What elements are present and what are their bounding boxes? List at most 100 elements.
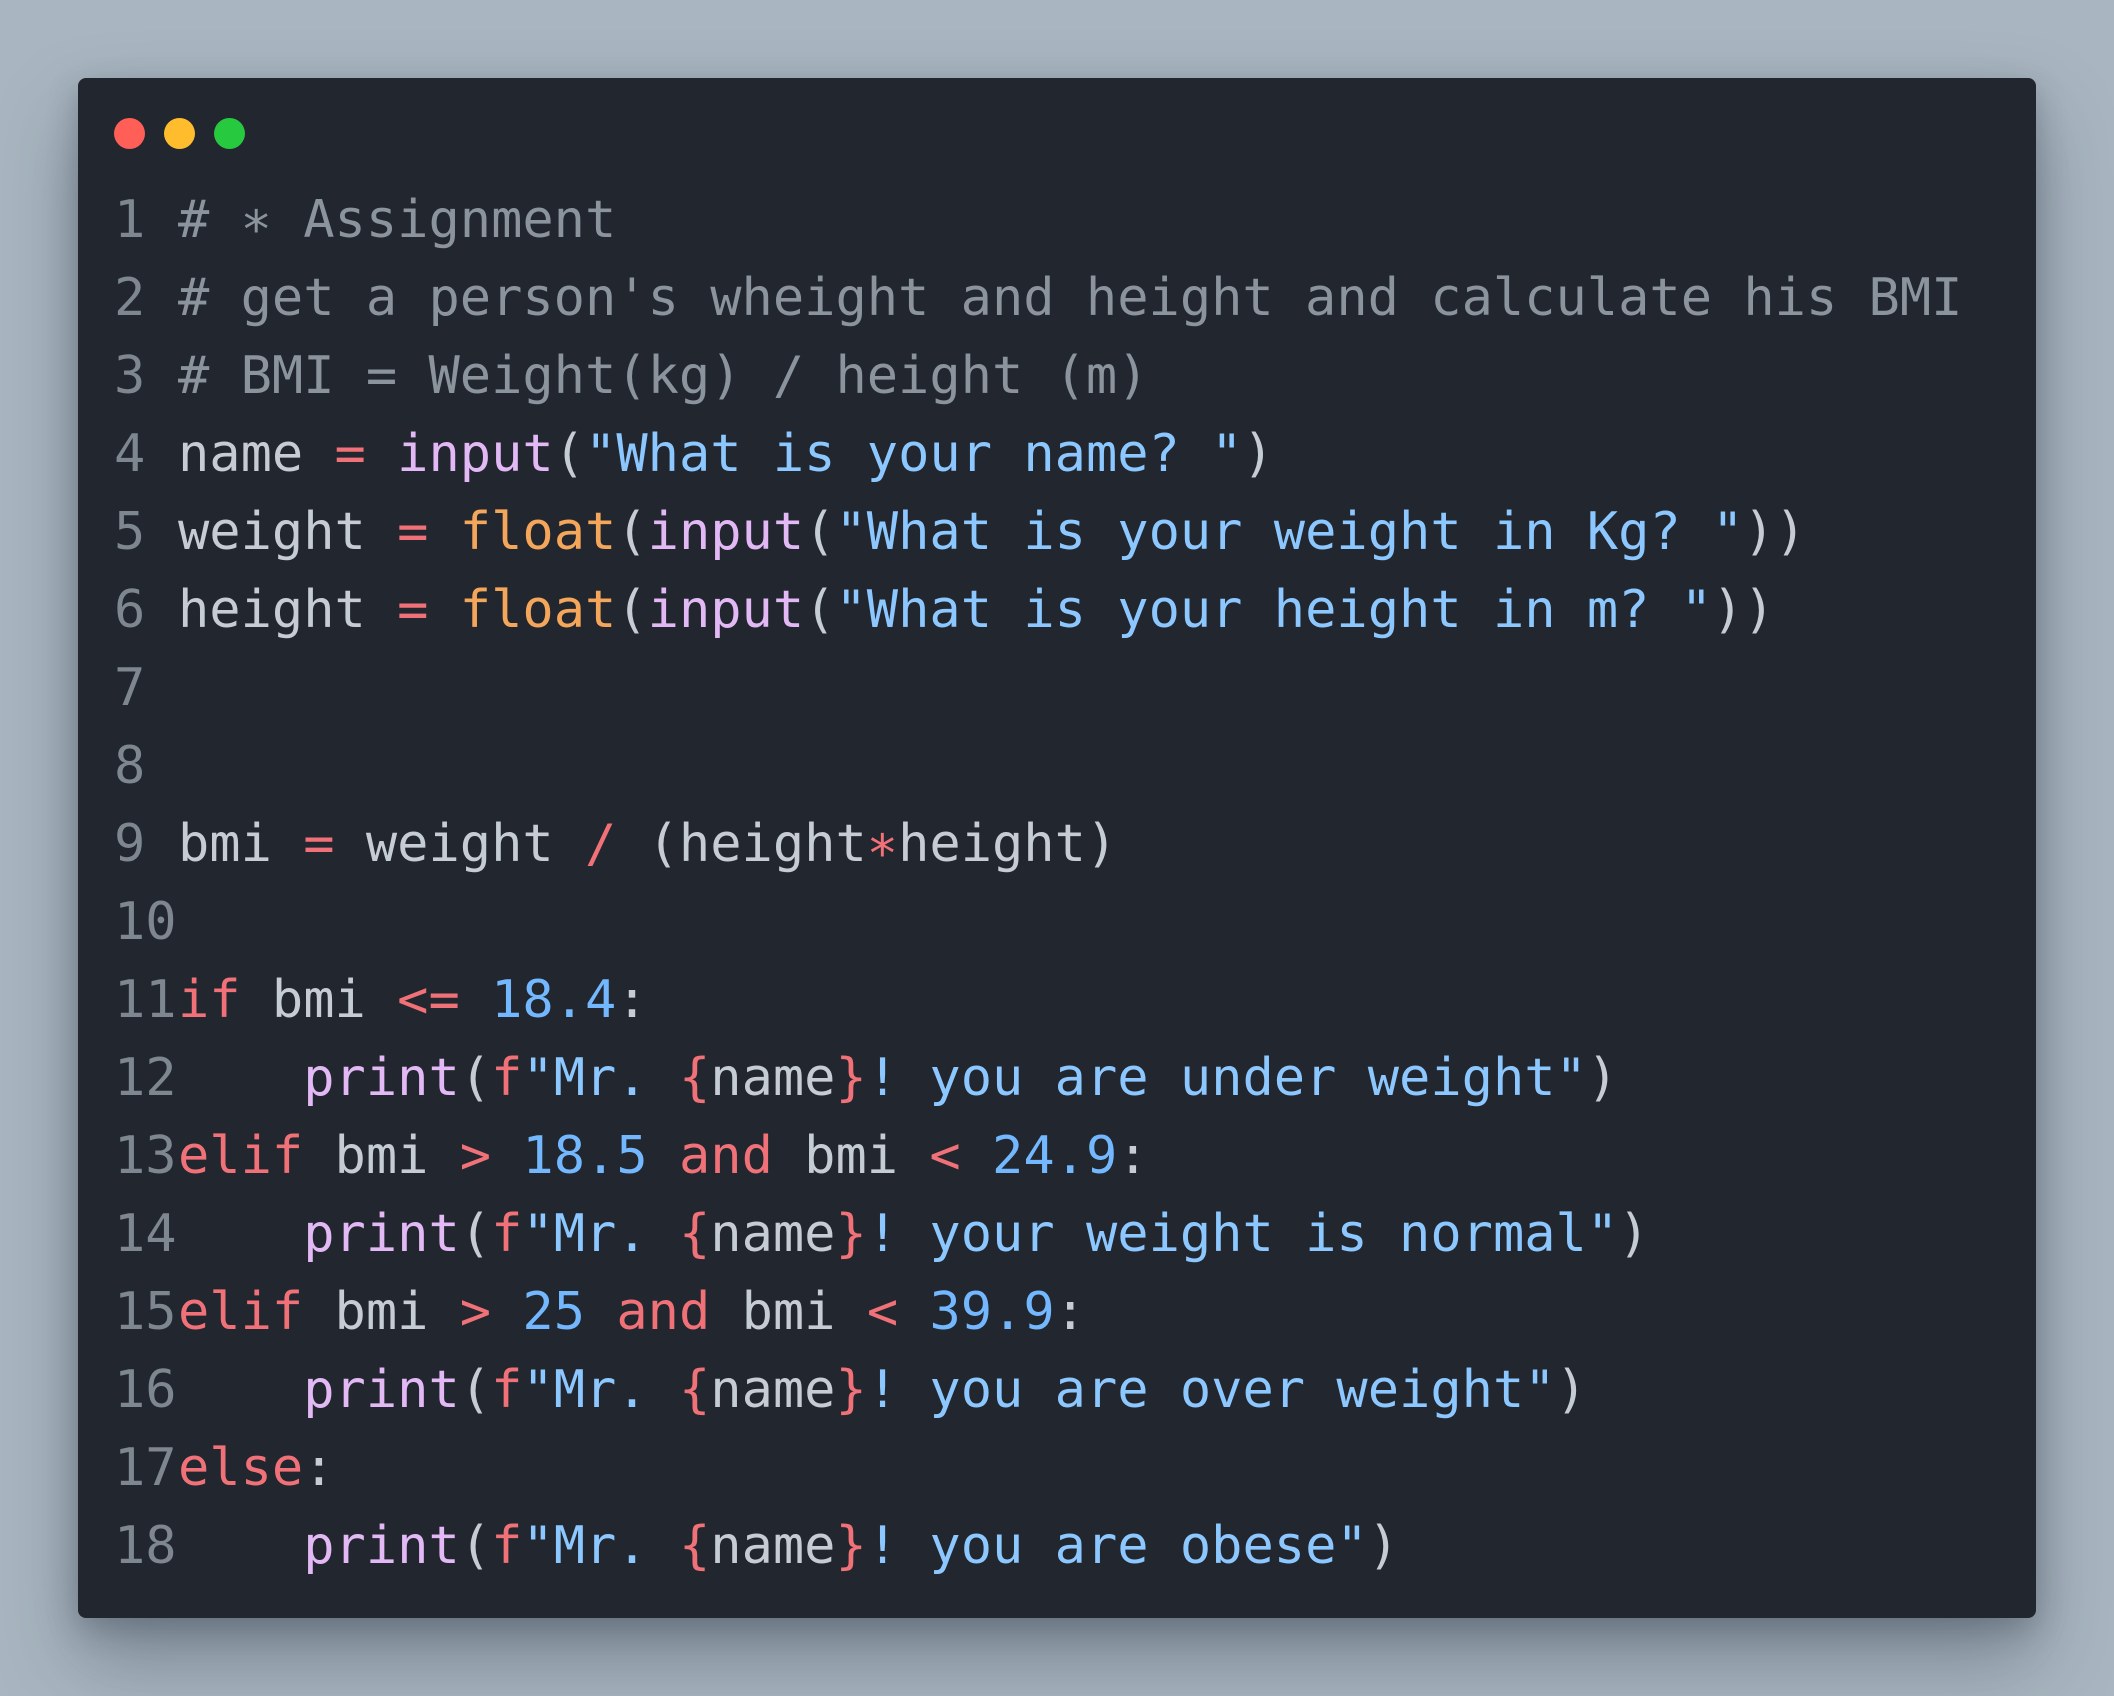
code-token-punct: )) xyxy=(1712,580,1775,640)
code-token-punct: ) xyxy=(1618,1204,1650,1264)
code-line: 6 height = float(input("What is your heig… xyxy=(114,571,2014,649)
code-token-punct: ) xyxy=(1367,1516,1400,1576)
code-token-punct: ( xyxy=(459,1048,492,1108)
code-window: 1 # ∗ Assignment 2 # get a person's wheight… xyxy=(78,78,2036,1618)
code-token-string: ! you are obese" xyxy=(866,1516,1368,1576)
code-token-keyword: and xyxy=(678,1126,773,1186)
code-line: 5 weight = float(input("What is your weig… xyxy=(114,493,2014,571)
code-token-op: / xyxy=(585,814,617,874)
code-token-brace: } xyxy=(835,1204,867,1264)
code-token-text: bmi xyxy=(240,970,398,1030)
code-line: 16 print(f"Mr. {name}! you are over weig… xyxy=(114,1351,2014,1429)
code-text: print(f"Mr. {name}! your weight is norma… xyxy=(178,1195,1649,1273)
code-token-op: < xyxy=(929,1126,961,1186)
code-token-text: height) xyxy=(898,814,1118,874)
code-text: print(f"Mr. {name}! you are under weight… xyxy=(178,1039,1618,1117)
code-token-punct: ) xyxy=(1586,1048,1619,1108)
code-token-string: "Mr. xyxy=(522,1516,679,1576)
code-token-text: bmi xyxy=(303,1282,460,1342)
code-text: height = float(input("What is your heigh… xyxy=(178,571,1775,649)
code-token-punct: ( xyxy=(804,502,836,562)
line-number: 7 xyxy=(114,658,146,718)
code-token-brace: { xyxy=(678,1360,711,1420)
code-token-op: < xyxy=(866,1282,899,1342)
code-token-op: <= xyxy=(397,970,460,1030)
code-token-punct: ( xyxy=(616,502,648,562)
line-number: 12 xyxy=(114,1048,177,1108)
line-number: 3 xyxy=(114,346,146,406)
line-number: 16 xyxy=(114,1360,177,1420)
code-line: 8 xyxy=(114,727,2014,805)
code-token-func: print xyxy=(303,1204,460,1264)
code-token-string: "What is your height in m? " xyxy=(835,580,1713,640)
code-token-punct: ( xyxy=(616,580,648,640)
line-number: 9 xyxy=(114,814,146,874)
code-token-text: name xyxy=(710,1204,836,1264)
line-number: 6 xyxy=(114,580,146,640)
code-text: if bmi <= 18.4: xyxy=(178,961,648,1039)
code-token-func: input xyxy=(647,580,805,640)
code-token-string: "What is your name? " xyxy=(585,424,1243,484)
code-editor[interactable]: 1 # ∗ Assignment 2 # get a person's wheight… xyxy=(114,181,2014,1585)
code-token-text: name xyxy=(178,424,335,484)
code-token-op: = xyxy=(334,424,366,484)
code-token-punct: : xyxy=(303,1438,335,1498)
code-token-text: bmi xyxy=(772,1126,930,1186)
code-token-op: > xyxy=(459,1282,492,1342)
code-token-string: "Mr. xyxy=(522,1204,679,1264)
code-line: 1 # ∗ Assignment xyxy=(114,181,2014,259)
code-token-punct: : xyxy=(616,970,648,1030)
code-text: elif bmi > 25 and bmi < 39.9: xyxy=(178,1273,1086,1351)
code-token-comment: # get a person's wheight and height and … xyxy=(178,268,1963,328)
code-token-number: 39.9 xyxy=(929,1282,1055,1342)
code-token-text: bmi xyxy=(178,814,304,874)
code-token-brace: { xyxy=(678,1204,711,1264)
code-token-func: print xyxy=(303,1360,460,1420)
code-token-punct: ) xyxy=(1555,1360,1587,1420)
code-token-punct: ( xyxy=(459,1360,492,1420)
code-token-builtin: float xyxy=(459,580,617,640)
code-token-punct: )) xyxy=(1743,502,1807,562)
line-number: 2 xyxy=(114,268,146,328)
code-token-op: = xyxy=(397,502,429,562)
code-token-func: input xyxy=(647,502,805,562)
code-token-string: "Mr. xyxy=(522,1360,679,1420)
maximize-dot-icon[interactable] xyxy=(214,118,245,149)
code-text: name = input("What is your name? ") xyxy=(178,415,1274,493)
code-line: 2 # get a person's wheight and height and… xyxy=(114,259,2014,337)
code-line: 9 bmi = weight / (height∗height) xyxy=(114,805,2014,883)
code-line: 17 else: xyxy=(114,1429,2014,1507)
close-dot-icon[interactable] xyxy=(114,118,145,149)
code-token-comment: # ∗ Assignment xyxy=(178,190,617,250)
code-text: bmi = weight / (height∗height) xyxy=(178,805,1117,883)
code-token-comment: # BMI = Weight(kg) / height (m) xyxy=(178,346,1149,406)
code-text: else: xyxy=(178,1429,335,1507)
code-token-func: print xyxy=(303,1516,460,1576)
line-number: 13 xyxy=(114,1126,177,1186)
code-token-string: "What is your weight in Kg? " xyxy=(835,502,1744,562)
code-token-text: name xyxy=(710,1516,836,1576)
code-token-punct: ) xyxy=(1242,424,1274,484)
code-token-op: ∗ xyxy=(866,814,899,874)
code-token-punct: : xyxy=(1054,1282,1086,1342)
line-number: 18 xyxy=(114,1516,177,1576)
code-line: 4 name = input("What is your name? ") xyxy=(114,415,2014,493)
code-line: 7 xyxy=(114,649,2014,727)
code-text: # BMI = Weight(kg) / height (m) xyxy=(178,337,1149,415)
code-line: 12 print(f"Mr. {name}! you are under wei… xyxy=(114,1039,2014,1117)
line-number: 8 xyxy=(114,736,146,796)
code-token-text: name xyxy=(710,1048,836,1108)
code-token-number: 18.4 xyxy=(491,970,617,1030)
minimize-dot-icon[interactable] xyxy=(164,118,195,149)
code-token-keyword: f xyxy=(491,1360,523,1420)
code-token-op: = xyxy=(397,580,429,640)
code-token-keyword: f xyxy=(491,1516,523,1576)
